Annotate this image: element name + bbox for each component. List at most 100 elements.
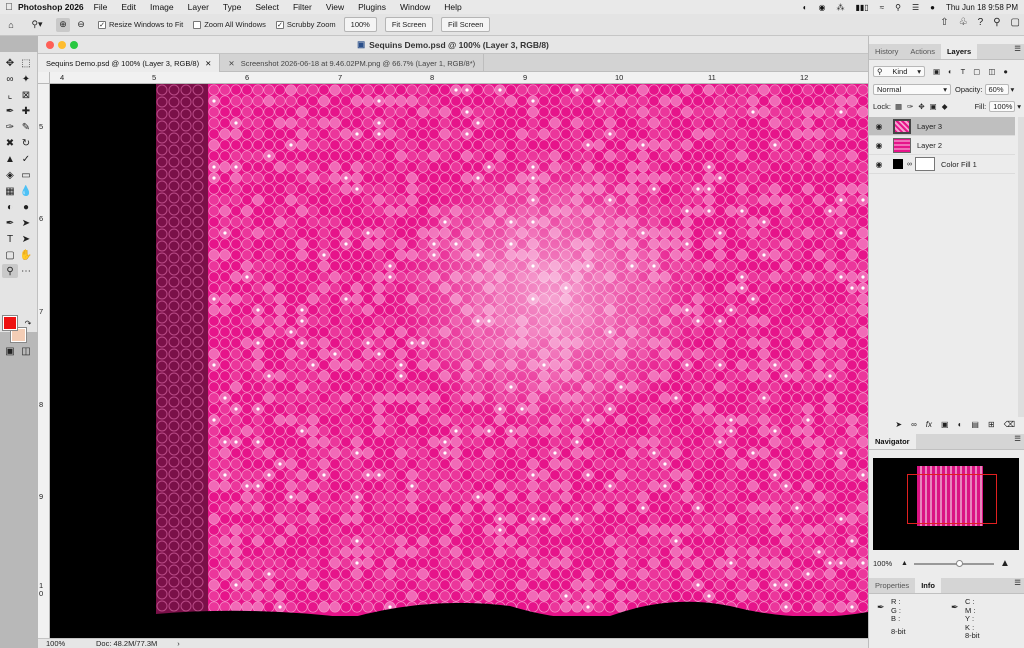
blur-tool-icon[interactable]: 💧 <box>18 184 34 198</box>
zoom-tool-icon[interactable]: ⚲ <box>2 264 18 278</box>
brush-tool-icon[interactable]: ✑ <box>2 120 18 134</box>
link-layers-icon[interactable]: ∞ <box>911 420 917 429</box>
apple-menu-icon[interactable]:  <box>0 2 18 13</box>
zoom-in-mountain-icon[interactable]: ▲ <box>1000 558 1010 569</box>
chevron-down-icon[interactable]: ▾ <box>1017 102 1021 111</box>
layer-row-layer-3[interactable]: ◉ Layer 3 <box>869 117 1015 136</box>
crop-tool-icon[interactable]: ⌞ <box>2 88 18 102</box>
notifications-icon[interactable]: ♧ <box>959 17 968 28</box>
adjustment-layer-icon[interactable]: ◐ <box>958 420 963 429</box>
history-brush-tool-icon[interactable]: ↻ <box>18 136 34 150</box>
menu-layer[interactable]: Layer <box>188 2 209 12</box>
stamp-tool-icon[interactable]: ▲ <box>2 152 18 166</box>
navigator-zoom-value[interactable]: 100% <box>873 559 901 568</box>
control-center-icon[interactable]: ☰ <box>912 3 919 12</box>
lock-position-icon[interactable]: ✥ <box>918 102 924 111</box>
hand-tool-icon[interactable]: ✋ <box>18 248 34 262</box>
visibility-eye-icon[interactable]: ◉ <box>873 122 885 131</box>
delete-layer-icon[interactable]: ⌫ <box>1004 420 1015 429</box>
marquee-tool-icon[interactable]: ⬚ <box>18 56 34 70</box>
menu-plugins[interactable]: Plugins <box>358 2 386 12</box>
navigator-preview[interactable] <box>873 458 1019 550</box>
filter-adjustment-icon[interactable]: ◐ <box>948 67 953 76</box>
path-selection-tool-icon[interactable]: ➤ <box>18 216 34 230</box>
document-canvas[interactable] <box>50 84 868 638</box>
menu-select[interactable]: Select <box>255 2 279 12</box>
minimize-window-button[interactable] <box>58 41 66 49</box>
siri-icon[interactable]: ● <box>930 3 935 12</box>
zoom-level-field[interactable]: 100% <box>46 639 96 648</box>
filter-smart-object-icon[interactable]: ◫ <box>988 67 995 76</box>
menu-type[interactable]: Type <box>223 2 241 12</box>
new-group-icon[interactable]: ▤ <box>971 420 979 429</box>
pencil-tool-icon[interactable]: ✎ <box>18 120 34 134</box>
filter-shape-icon[interactable]: ▢ <box>973 67 980 76</box>
lock-all-icon[interactable]: ◆ <box>942 102 948 111</box>
vertical-ruler[interactable]: 5 6 7 8 9 1 0 <box>38 84 50 638</box>
background-color-swatch[interactable] <box>10 327 27 343</box>
lasso-tool-icon[interactable]: ∞ <box>2 72 18 86</box>
add-mask-icon[interactable]: ▣ <box>941 420 949 429</box>
quick-mask-icon[interactable]: ▣ <box>2 344 18 358</box>
zoom-all-windows-checkbox[interactable]: Zoom All Windows <box>193 20 266 29</box>
filter-pixel-icon[interactable]: ▣ <box>933 67 940 76</box>
close-window-button[interactable] <box>46 41 54 49</box>
menu-image[interactable]: Image <box>150 2 174 12</box>
clone-stamp-tool-icon[interactable]: ✖ <box>2 136 18 150</box>
help-icon[interactable]: ? <box>978 17 984 28</box>
paint-bucket-tool-icon[interactable]: ◈ <box>2 168 18 182</box>
more-tools-icon[interactable]: ⋯ <box>18 264 34 278</box>
visibility-eye-icon[interactable]: ◉ <box>873 141 885 150</box>
gradient-tool-icon[interactable]: ▦ <box>2 184 18 198</box>
layer-row-layer-2[interactable]: ◉ Layer 2 <box>869 136 1015 155</box>
menu-file[interactable]: File <box>94 2 108 12</box>
direct-selection-tool-icon[interactable]: ➤ <box>18 232 34 246</box>
lock-artboard-icon[interactable]: ▣ <box>930 102 937 111</box>
bluetooth-icon[interactable]: ⁂ <box>836 3 844 12</box>
menubar-datetime[interactable]: Thu Jun 18 9:58 PM <box>946 3 1018 12</box>
tab-screenshot[interactable]: ✕ Screenshot 2026-06-18 at 9.46.02PM.png… <box>220 54 485 72</box>
record-icon[interactable]: ◉ <box>818 3 825 12</box>
menu-window[interactable]: Window <box>400 2 430 12</box>
magic-wand-tool-icon[interactable]: ✦ <box>18 72 34 86</box>
tab-navigator[interactable]: Navigator <box>869 434 916 449</box>
share-icon[interactable]: ⇧ <box>940 17 948 28</box>
tab-history[interactable]: History <box>869 44 904 59</box>
chevron-down-icon[interactable]: ▾ <box>1011 85 1015 94</box>
layer-row-color-fill-1[interactable]: ◉ ∞ Color Fill 1 <box>869 155 1015 174</box>
healing-brush-tool-icon[interactable]: ✚ <box>18 104 34 118</box>
foreground-color-swatch[interactable] <box>2 315 18 331</box>
lock-image-icon[interactable]: ✑ <box>907 102 913 111</box>
navigator-zoom-slider[interactable] <box>913 559 994 567</box>
dodge-tool-icon[interactable]: ◐ <box>2 200 18 214</box>
menu-help[interactable]: Help <box>444 2 461 12</box>
status-menu-arrow-icon[interactable]: › <box>177 639 180 648</box>
zoom-out-mountain-icon[interactable]: ▲ <box>901 560 908 567</box>
screen-mode-icon[interactable]: ◫ <box>18 344 34 358</box>
layers-scrollbar[interactable] <box>1018 117 1024 417</box>
tab-sequins-demo[interactable]: Sequins Demo.psd @ 100% (Layer 3, RGB/8)… <box>38 54 221 72</box>
menu-view[interactable]: View <box>326 2 344 12</box>
opacity-field[interactable]: 60% <box>984 84 1009 95</box>
workspace-icon[interactable]: ▢ <box>1011 17 1020 28</box>
panel-menu-icon[interactable]: ☰ <box>1014 434 1021 449</box>
blend-mode-select[interactable]: Normal ▾ <box>873 84 951 95</box>
navigator-view-box[interactable] <box>907 474 997 524</box>
search-icon[interactable]: ⚲ <box>993 17 1000 28</box>
fit-screen-button[interactable]: Fit Screen <box>384 17 434 32</box>
creative-cloud-icon[interactable]: ◐ <box>803 3 808 12</box>
battery-icon[interactable]: ▮▮▯ <box>855 3 868 12</box>
tab-actions[interactable]: Actions <box>904 44 941 59</box>
menu-edit[interactable]: Edit <box>121 2 136 12</box>
filter-kind-select[interactable]: ⚲ Kind ▾ <box>873 66 925 77</box>
eyedropper-tool-icon[interactable]: ✒ <box>2 104 18 118</box>
filter-toggle-icon[interactable]: ● <box>1003 67 1008 76</box>
fill-field[interactable]: 100% <box>989 101 1016 112</box>
ruler-corner[interactable] <box>38 72 50 84</box>
menu-filter[interactable]: Filter <box>293 2 312 12</box>
close-tab-icon[interactable]: ✕ <box>228 59 234 68</box>
app-menu[interactable]: Photoshop 2026 <box>18 2 84 12</box>
swap-colors-icon[interactable]: ↷ <box>20 316 36 330</box>
lock-transparent-icon[interactable]: ▦ <box>895 102 902 111</box>
tab-properties[interactable]: Properties <box>869 578 915 593</box>
